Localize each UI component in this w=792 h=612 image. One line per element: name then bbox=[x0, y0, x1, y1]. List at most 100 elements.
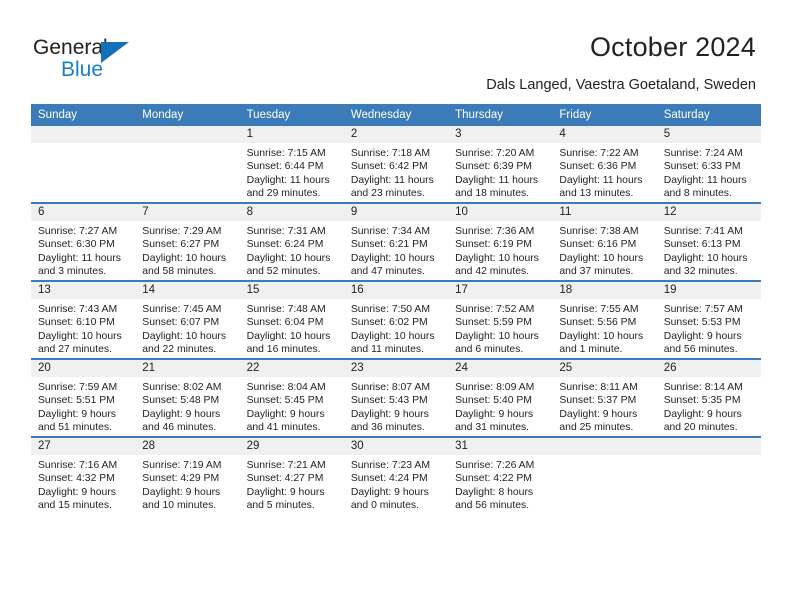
calendar-day-cell[interactable]: 18 Sunrise: 7:55 AM Sunset: 5:56 PM Dayligh… bbox=[552, 280, 657, 359]
calendar-day-cell[interactable]: 2 Sunrise: 7:18 AM Sunset: 6:42 PM Daylight… bbox=[343, 126, 449, 203]
day-number: 30 bbox=[343, 438, 449, 455]
calendar-day-cell[interactable]: 6 Sunrise: 7:27 AM Sunset: 6:30 PM Daylight… bbox=[31, 202, 136, 281]
day-number: 24 bbox=[448, 360, 553, 377]
daylight-text-line2: and 41 minutes. bbox=[246, 422, 321, 434]
daylight-text-line1: Daylight: 10 hours bbox=[246, 330, 331, 342]
calendar-day-cell[interactable]: 17 Sunrise: 7:52 AM Sunset: 5:59 PM Dayligh… bbox=[448, 280, 553, 359]
daylight-text-line1: Daylight: 11 hours bbox=[663, 174, 747, 186]
daylight-text-line2: and 18 minutes. bbox=[455, 188, 530, 200]
calendar-day-cell-empty bbox=[552, 436, 657, 514]
sunset-text: Sunset: 6:10 PM bbox=[38, 317, 115, 329]
page-title: October 2024 bbox=[589, 32, 756, 62]
daylight-text-line1: Daylight: 9 hours bbox=[142, 408, 221, 420]
calendar-day-cell[interactable]: 8 Sunrise: 7:31 AM Sunset: 6:24 PM Daylight… bbox=[239, 202, 344, 281]
day-number: 16 bbox=[343, 282, 449, 299]
calendar-day-cell[interactable]: 15 Sunrise: 7:48 AM Sunset: 6:04 PM Dayligh… bbox=[239, 280, 344, 359]
daylight-text-line1: Daylight: 9 hours bbox=[38, 486, 116, 498]
day-number bbox=[135, 126, 240, 143]
calendar-day-cell[interactable]: 26 Sunrise: 8:14 AM Sunset: 5:35 PM Dayligh… bbox=[656, 358, 761, 437]
day-detail: Sunrise: 7:43 AM Sunset: 6:10 PM Daylight:… bbox=[31, 299, 135, 357]
day-number: 8 bbox=[239, 204, 344, 221]
general-blue-logo: General Blue bbox=[33, 36, 163, 86]
day-number: 3 bbox=[448, 126, 553, 143]
day-detail: Sunrise: 7:27 AM Sunset: 6:30 PM Daylight:… bbox=[31, 221, 135, 279]
sunrise-text: Sunrise: 7:48 AM bbox=[246, 304, 326, 315]
day-number: 15 bbox=[239, 282, 344, 299]
daylight-text-line1: Daylight: 10 hours bbox=[350, 330, 435, 342]
calendar-day-cell[interactable]: 5 Sunrise: 7:24 AM Sunset: 6:33 PM Daylight… bbox=[656, 126, 761, 203]
sunrise-text: Sunrise: 7:50 AM bbox=[350, 304, 430, 315]
day-number: 19 bbox=[656, 282, 761, 299]
calendar-day-cell[interactable]: 22 Sunrise: 8:04 AM Sunset: 5:45 PM Dayligh… bbox=[239, 358, 344, 437]
daylight-text-line1: Daylight: 11 hours bbox=[38, 252, 121, 264]
day-detail: Sunrise: 7:59 AM Sunset: 5:51 PM Daylight:… bbox=[31, 377, 135, 435]
daylight-text-line2: and 25 minutes. bbox=[559, 422, 634, 434]
calendar-day-cell[interactable]: 9 Sunrise: 7:34 AM Sunset: 6:21 PM Daylight… bbox=[343, 202, 449, 281]
logo-triangle-icon bbox=[101, 42, 129, 63]
calendar-day-cell[interactable]: 30 Sunrise: 7:23 AM Sunset: 4:24 PM Dayligh… bbox=[343, 436, 449, 514]
daylight-text-line1: Daylight: 9 hours bbox=[142, 486, 221, 498]
calendar-day-cell[interactable]: 31 Sunrise: 7:26 AM Sunset: 4:22 PM Dayligh… bbox=[448, 436, 553, 514]
calendar-day-cell[interactable]: 12 Sunrise: 7:41 AM Sunset: 6:13 PM Dayligh… bbox=[656, 202, 761, 281]
daylight-text-line1: Daylight: 9 hours bbox=[455, 408, 534, 420]
calendar-day-cell[interactable]: 14 Sunrise: 7:45 AM Sunset: 6:07 PM Dayligh… bbox=[135, 280, 240, 359]
sunrise-text: Sunrise: 7:22 AM bbox=[559, 148, 639, 159]
daylight-text-line1: Daylight: 10 hours bbox=[142, 252, 227, 264]
calendar-day-cell[interactable]: 4 Sunrise: 7:22 AM Sunset: 6:36 PM Daylight… bbox=[552, 126, 657, 203]
calendar-day-cell[interactable]: 21 Sunrise: 8:02 AM Sunset: 5:48 PM Dayligh… bbox=[135, 358, 240, 437]
calendar-day-cell[interactable]: 29 Sunrise: 7:21 AM Sunset: 4:27 PM Dayligh… bbox=[239, 436, 344, 514]
daylight-text-line2: and 1 minute. bbox=[559, 344, 623, 356]
calendar-day-cell[interactable]: 10 Sunrise: 7:36 AM Sunset: 6:19 PM Dayligh… bbox=[448, 202, 553, 281]
day-detail: Sunrise: 8:09 AM Sunset: 5:40 PM Daylight:… bbox=[448, 377, 552, 435]
calendar-header-row: Sunday Monday Tuesday Wednesday Thursday… bbox=[31, 104, 761, 126]
sunset-text: Sunset: 4:29 PM bbox=[142, 473, 220, 485]
calendar-day-cell[interactable]: 13 Sunrise: 7:43 AM Sunset: 6:10 PM Dayligh… bbox=[31, 280, 136, 359]
calendar-day-cell[interactable]: 3 Sunrise: 7:20 AM Sunset: 6:39 PM Daylight… bbox=[448, 126, 553, 203]
daylight-text-line1: Daylight: 11 hours bbox=[350, 174, 434, 186]
sunrise-text: Sunrise: 7:27 AM bbox=[38, 226, 118, 237]
daylight-text-line2: and 52 minutes. bbox=[246, 266, 321, 278]
daylight-text-line1: Daylight: 9 hours bbox=[663, 330, 742, 342]
daylight-text-line1: Daylight: 9 hours bbox=[246, 486, 325, 498]
daylight-text-line2: and 51 minutes. bbox=[38, 422, 112, 434]
day-number: 22 bbox=[239, 360, 344, 377]
sunset-text: Sunset: 4:22 PM bbox=[455, 473, 532, 485]
sunrise-text: Sunrise: 8:07 AM bbox=[350, 382, 430, 393]
calendar-day-cell[interactable]: 1 Sunrise: 7:15 AM Sunset: 6:44 PM Daylight… bbox=[239, 126, 344, 203]
day-detail: Sunrise: 8:11 AM Sunset: 5:37 PM Daylight:… bbox=[552, 377, 656, 435]
day-number: 23 bbox=[343, 360, 449, 377]
daylight-text-line1: Daylight: 9 hours bbox=[246, 408, 325, 420]
daylight-text-line2: and 20 minutes. bbox=[663, 422, 738, 434]
sunrise-text: Sunrise: 7:34 AM bbox=[350, 226, 430, 237]
day-detail: Sunrise: 7:21 AM Sunset: 4:27 PM Daylight:… bbox=[240, 455, 344, 513]
calendar-day-cell[interactable]: 27 Sunrise: 7:16 AM Sunset: 4:32 PM Dayligh… bbox=[31, 436, 136, 514]
sunset-text: Sunset: 5:37 PM bbox=[559, 395, 637, 407]
calendar-day-cell[interactable]: 11 Sunrise: 7:38 AM Sunset: 6:16 PM Dayligh… bbox=[552, 202, 657, 281]
calendar-day-cell[interactable]: 19 Sunrise: 7:57 AM Sunset: 5:53 PM Dayligh… bbox=[656, 280, 761, 359]
sunset-text: Sunset: 5:59 PM bbox=[455, 317, 532, 329]
calendar-day-cell[interactable]: 20 Sunrise: 7:59 AM Sunset: 5:51 PM Dayligh… bbox=[31, 358, 136, 437]
calendar-day-cell[interactable]: 28 Sunrise: 7:19 AM Sunset: 4:29 PM Dayligh… bbox=[135, 436, 240, 514]
daylight-text-line2: and 5 minutes. bbox=[246, 500, 315, 512]
weekday-header-tuesday: Tuesday bbox=[239, 104, 344, 126]
day-detail: Sunrise: 7:38 AM Sunset: 6:16 PM Daylight:… bbox=[552, 221, 656, 279]
calendar-day-cell[interactable]: 25 Sunrise: 8:11 AM Sunset: 5:37 PM Dayligh… bbox=[552, 358, 657, 437]
calendar-week-row: 13 Sunrise: 7:43 AM Sunset: 6:10 PM Dayligh… bbox=[31, 280, 761, 359]
day-detail: Sunrise: 8:04 AM Sunset: 5:45 PM Daylight:… bbox=[240, 377, 344, 435]
sunrise-text: Sunrise: 7:43 AM bbox=[38, 304, 118, 315]
calendar-day-cell[interactable]: 16 Sunrise: 7:50 AM Sunset: 6:02 PM Dayligh… bbox=[343, 280, 449, 359]
daylight-text-line2: and 46 minutes. bbox=[142, 422, 217, 434]
calendar-day-cell[interactable]: 23 Sunrise: 8:07 AM Sunset: 5:43 PM Dayligh… bbox=[343, 358, 449, 437]
calendar-day-cell[interactable]: 24 Sunrise: 8:09 AM Sunset: 5:40 PM Dayligh… bbox=[448, 358, 553, 437]
day-number: 5 bbox=[656, 126, 761, 143]
day-detail: Sunrise: 7:36 AM Sunset: 6:19 PM Daylight:… bbox=[448, 221, 552, 279]
day-number: 18 bbox=[552, 282, 657, 299]
daylight-text-line1: Daylight: 10 hours bbox=[142, 330, 227, 342]
daylight-text-line2: and 37 minutes. bbox=[559, 266, 634, 278]
sunset-text: Sunset: 6:42 PM bbox=[350, 161, 428, 173]
daylight-text-line1: Daylight: 10 hours bbox=[38, 330, 122, 342]
weekday-header-sunday: Sunday bbox=[31, 104, 136, 126]
logo-text-blue: Blue bbox=[61, 58, 104, 81]
sunrise-text: Sunrise: 7:16 AM bbox=[38, 460, 118, 471]
calendar-day-cell[interactable]: 7 Sunrise: 7:29 AM Sunset: 6:27 PM Daylight… bbox=[135, 202, 240, 281]
